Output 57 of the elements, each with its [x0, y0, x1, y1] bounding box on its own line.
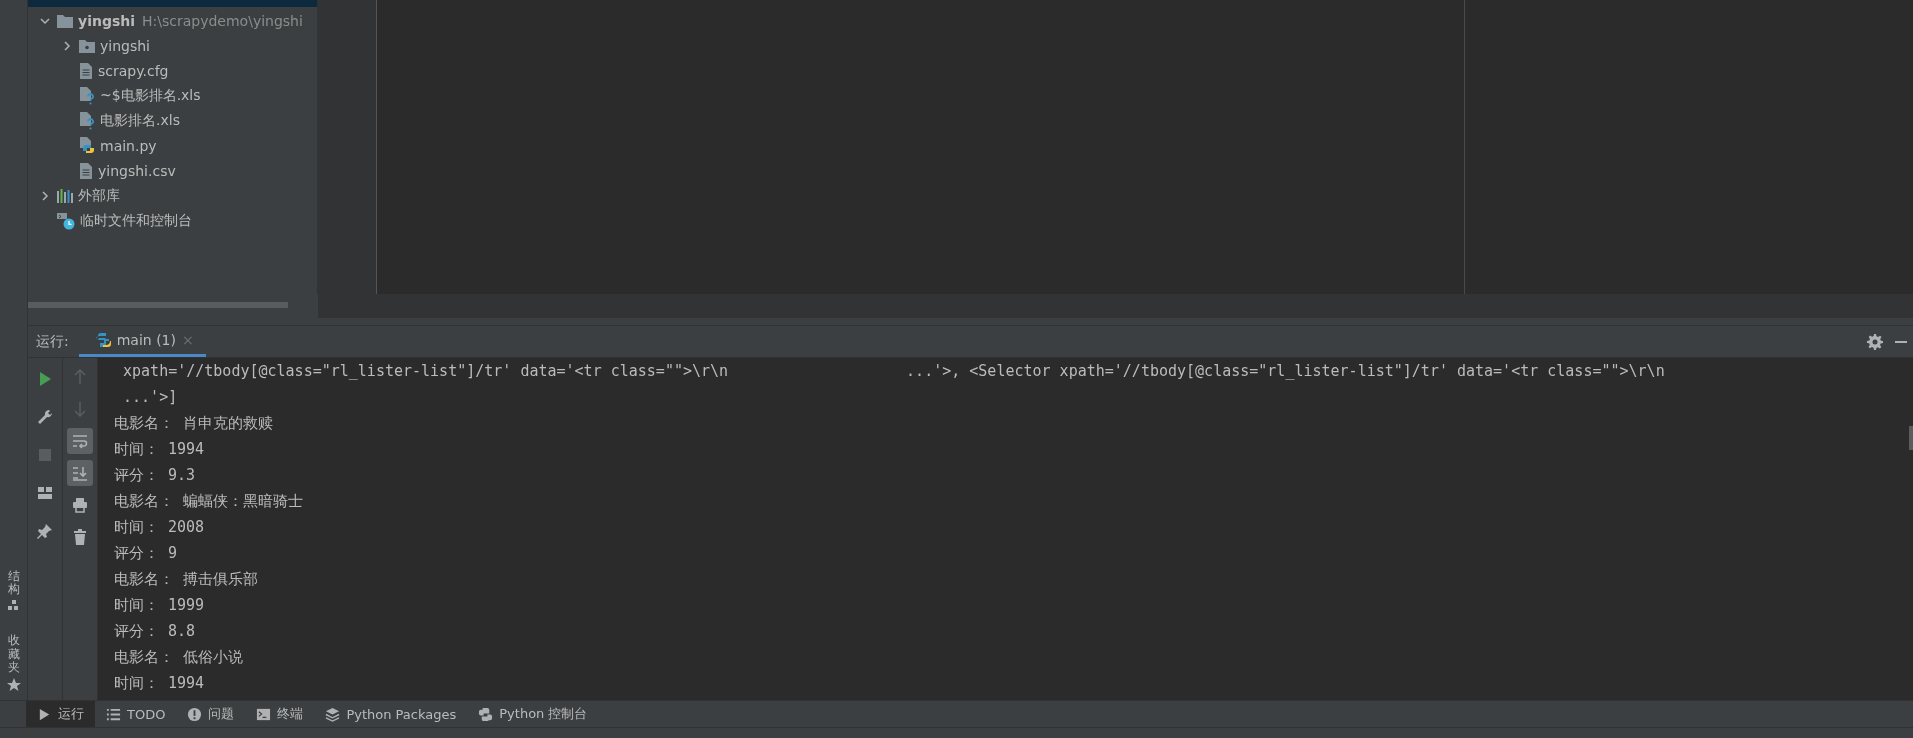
- python-icon: [94, 332, 111, 348]
- side-tab[interactable]: 收藏夹: [4, 632, 23, 694]
- console-line: ...'>, <Selector xpath='//tbody[@class="rl_lister-list"]/tr' data='<tr class="">\r\n: [906, 361, 1665, 382]
- layers-icon: [325, 706, 341, 722]
- tree-item[interactable]: 电影排名.xls: [100, 111, 180, 130]
- console-line: ...'>]: [122, 387, 178, 408]
- python-file-icon: [79, 136, 95, 155]
- tool-window-tab[interactable]: TODO: [95, 701, 177, 727]
- scrollbar-thumb[interactable]: [28, 302, 288, 308]
- library-icon: [57, 188, 73, 203]
- side-tab[interactable]: 结构: [5, 568, 22, 615]
- console-line: 评分： 9.3: [114, 465, 196, 486]
- file-icon: [79, 162, 93, 179]
- console-line: 电影名： 肖申克的救赎: [114, 413, 274, 434]
- python-icon: [478, 706, 494, 722]
- console-line: 电影名： 搏击俱乐部: [114, 569, 259, 590]
- soft-wrap-icon[interactable]: [67, 428, 93, 454]
- alert-icon: [187, 706, 203, 722]
- console-line: 电影名： 低俗小说: [114, 647, 244, 668]
- console-line: 评分： 8.8: [114, 621, 196, 642]
- tool-window-tab[interactable]: 问题: [176, 701, 246, 727]
- run-label: 运行:: [36, 332, 69, 351]
- console-line: 时间： 1994: [114, 439, 205, 460]
- tool-window-tab[interactable]: 运行: [26, 701, 95, 727]
- tree-item[interactable]: 外部库: [78, 186, 120, 205]
- folder-icon: [57, 13, 73, 28]
- console-line: xpath='//tbody[@class="rl_lister-list"]/tr' data='<tr class="">\r\n: [122, 361, 729, 382]
- unknown-file-icon: [79, 111, 95, 130]
- scrollbar-thumb[interactable]: [1909, 426, 1913, 450]
- console-line: 时间： 1994: [114, 673, 205, 694]
- console-line: 电影名： 蝙蝠侠：黑暗骑士: [114, 491, 304, 512]
- console-line: 评分： 9: [114, 543, 178, 564]
- structure-icon: [7, 600, 20, 613]
- settings-icon[interactable]: [1867, 333, 1883, 350]
- terminal-icon: [256, 706, 272, 722]
- scroll-to-end-icon[interactable]: [67, 460, 93, 486]
- tree-item[interactable]: main.py: [100, 137, 157, 154]
- console-line: 时间： 1999: [114, 595, 205, 616]
- tree-item[interactable]: yingshi.csv: [98, 162, 176, 179]
- file-icon: [79, 62, 93, 79]
- tree-item[interactable]: yingshi: [78, 12, 135, 29]
- project-path: H:\scrapydemo\yingshi: [142, 12, 303, 29]
- tool-window-tab[interactable]: Python Packages: [314, 701, 468, 727]
- console-line: 时间： 2008: [114, 517, 205, 538]
- folder-icon: [79, 38, 95, 53]
- star-icon: [6, 678, 21, 692]
- unknown-file-icon: [79, 86, 95, 105]
- tree-item[interactable]: ~$电影排名.xls: [100, 86, 201, 105]
- tool-window-tab[interactable]: Python 控制台: [467, 701, 599, 727]
- run-icon: [37, 706, 52, 722]
- tree-item[interactable]: scrapy.cfg: [98, 62, 169, 79]
- scratch-clock-icon: [57, 211, 75, 230]
- minimize-icon[interactable]: [1895, 340, 1907, 343]
- tool-window-tab[interactable]: 终端: [245, 701, 315, 727]
- tree-item[interactable]: 临时文件和控制台: [80, 211, 192, 230]
- tree-item[interactable]: yingshi: [100, 37, 150, 54]
- list-icon: [106, 706, 121, 722]
